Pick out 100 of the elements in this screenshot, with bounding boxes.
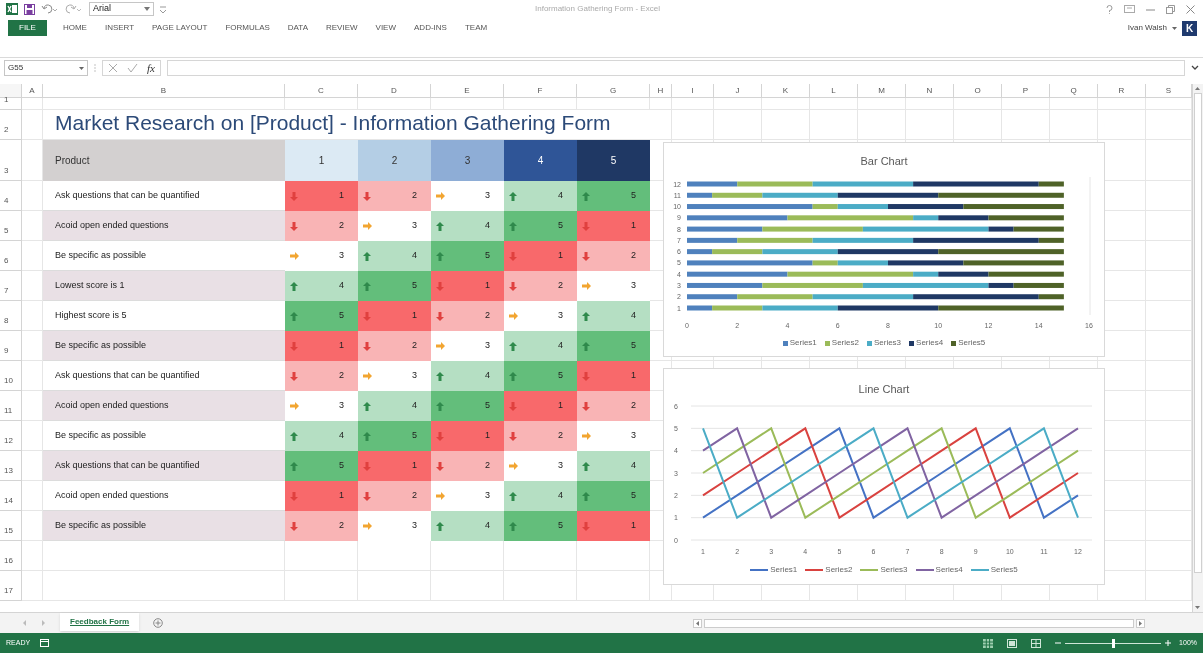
ribbon-tab[interactable]: PAGE LAYOUT — [152, 20, 208, 36]
up-arrow-icon — [436, 521, 444, 531]
column-header[interactable]: O — [954, 84, 1002, 98]
file-tab[interactable]: FILE — [8, 20, 47, 36]
row-header[interactable]: 3 — [0, 140, 22, 181]
row-header[interactable]: 9 — [0, 331, 22, 361]
dropdown-icon[interactable] — [79, 66, 84, 70]
formula-input[interactable] — [166, 60, 1185, 76]
row-header[interactable]: 10 — [0, 361, 22, 391]
page-break-view-icon[interactable] — [1031, 638, 1042, 648]
undo-icon[interactable] — [41, 4, 59, 14]
ribbon-tab[interactable]: INSERT — [104, 20, 135, 36]
column-header[interactable]: E — [431, 84, 504, 98]
zoom-out-icon[interactable] — [1055, 640, 1062, 646]
column-header[interactable]: D — [358, 84, 431, 98]
sheet-tab[interactable]: Feedback Form — [60, 612, 140, 631]
zoom-in-icon[interactable] — [1165, 640, 1172, 646]
table-cell: Lowest score is 1 — [43, 271, 285, 301]
column-header[interactable]: M — [858, 84, 906, 98]
normal-view-icon[interactable] — [983, 638, 994, 648]
enter-icon[interactable] — [127, 63, 138, 73]
cancel-icon[interactable] — [108, 63, 118, 73]
expand-icon[interactable] — [1191, 65, 1199, 71]
column-header[interactable]: A — [22, 84, 43, 98]
user-avatar[interactable]: K — [1182, 20, 1197, 36]
customize-toolbar-icon[interactable] — [160, 5, 166, 13]
row-header[interactable]: 13 — [0, 451, 22, 481]
legend-label: Series4 — [935, 564, 963, 576]
row-header[interactable]: 16 — [0, 541, 22, 571]
row-header[interactable]: 1 — [0, 98, 22, 110]
ribbon-tab[interactable]: HOME — [62, 20, 87, 36]
cell-value: 2 — [558, 279, 563, 293]
down-arrow-icon — [363, 191, 371, 201]
scroll-thumb[interactable] — [1194, 93, 1202, 573]
scroll-right-icon[interactable] — [1136, 618, 1146, 628]
ribbon-tab[interactable]: DATA — [287, 20, 308, 36]
up-arrow-icon — [509, 191, 517, 201]
right-arrow-icon — [436, 192, 445, 200]
column-header[interactable]: L — [810, 84, 858, 98]
right-arrow-icon — [290, 402, 299, 410]
row-header[interactable]: 11 — [0, 391, 22, 421]
scroll-left-icon[interactable] — [693, 618, 703, 628]
restore-icon[interactable] — [1166, 4, 1175, 14]
column-header[interactable]: R — [1098, 84, 1146, 98]
column-header[interactable]: P — [1002, 84, 1050, 98]
next-sheet-icon[interactable] — [41, 620, 46, 626]
column-header[interactable]: H — [650, 84, 672, 98]
column-header[interactable]: F — [504, 84, 577, 98]
insert-function-button[interactable]: fx — [147, 59, 155, 77]
zoom-slider[interactable] — [1065, 638, 1162, 648]
slider-thumb[interactable] — [1111, 638, 1115, 648]
column-header[interactable]: J — [714, 84, 762, 98]
row-header[interactable]: 4 — [0, 181, 22, 211]
save-icon[interactable] — [24, 3, 35, 15]
redo-icon[interactable] — [65, 4, 83, 14]
page-layout-view-icon[interactable] — [1007, 638, 1018, 648]
column-header[interactable]: G — [577, 84, 650, 98]
row-header[interactable]: 5 — [0, 211, 22, 241]
empty-cell — [954, 110, 1002, 140]
cell-value: 3 — [412, 519, 417, 533]
cell-value: 3 — [412, 369, 417, 383]
row-header[interactable]: 15 — [0, 511, 22, 541]
help-icon[interactable] — [1106, 4, 1113, 14]
ribbon-tab[interactable]: TEAM — [464, 20, 488, 36]
ribbon-tab[interactable]: VIEW — [375, 20, 396, 36]
column-header[interactable]: Q — [1050, 84, 1098, 98]
down-arrow-icon — [436, 431, 444, 441]
vertical-scrollbar[interactable] — [1192, 84, 1203, 612]
user-name[interactable]: Ivan Walsh — [1127, 22, 1167, 34]
column-header[interactable]: I — [672, 84, 714, 98]
cell-value: 1 — [558, 249, 563, 263]
row-header[interactable]: 14 — [0, 481, 22, 511]
empty-cell — [1002, 110, 1050, 140]
horizontal-scrollbar[interactable] — [704, 618, 1135, 628]
row-header[interactable]: 2 — [0, 110, 22, 140]
add-sheet-icon[interactable] — [153, 618, 164, 628]
up-arrow-icon — [290, 461, 298, 471]
empty-cell — [906, 110, 954, 140]
dropdown-icon[interactable] — [144, 7, 150, 11]
cell-value: 5 — [558, 519, 563, 533]
up-arrow-icon — [290, 281, 298, 291]
column-header[interactable]: K — [762, 84, 810, 98]
empty-cell — [1098, 110, 1146, 140]
row-header[interactable]: 17 — [0, 571, 22, 601]
row-header[interactable]: 8 — [0, 301, 22, 331]
dropdown-icon[interactable] — [1172, 26, 1177, 30]
column-header[interactable]: B — [43, 84, 285, 98]
ribbon-tab[interactable]: REVIEW — [326, 20, 358, 36]
font-name-field[interactable]: Arial — [89, 2, 154, 16]
ribbon-tab[interactable]: FORMULAS — [225, 20, 270, 36]
close-icon[interactable] — [1186, 4, 1195, 14]
column-header[interactable]: N — [906, 84, 954, 98]
ribbon-display-icon[interactable] — [1124, 5, 1135, 13]
name-box[interactable]: G55 — [4, 60, 88, 76]
column-header[interactable]: C — [285, 84, 358, 98]
ribbon-tab[interactable]: ADD-INS — [414, 20, 447, 36]
row-header[interactable]: 7 — [0, 271, 22, 301]
row-header[interactable]: 12 — [0, 421, 22, 451]
previous-sheet-icon[interactable] — [22, 620, 27, 626]
row-header[interactable]: 6 — [0, 241, 22, 271]
